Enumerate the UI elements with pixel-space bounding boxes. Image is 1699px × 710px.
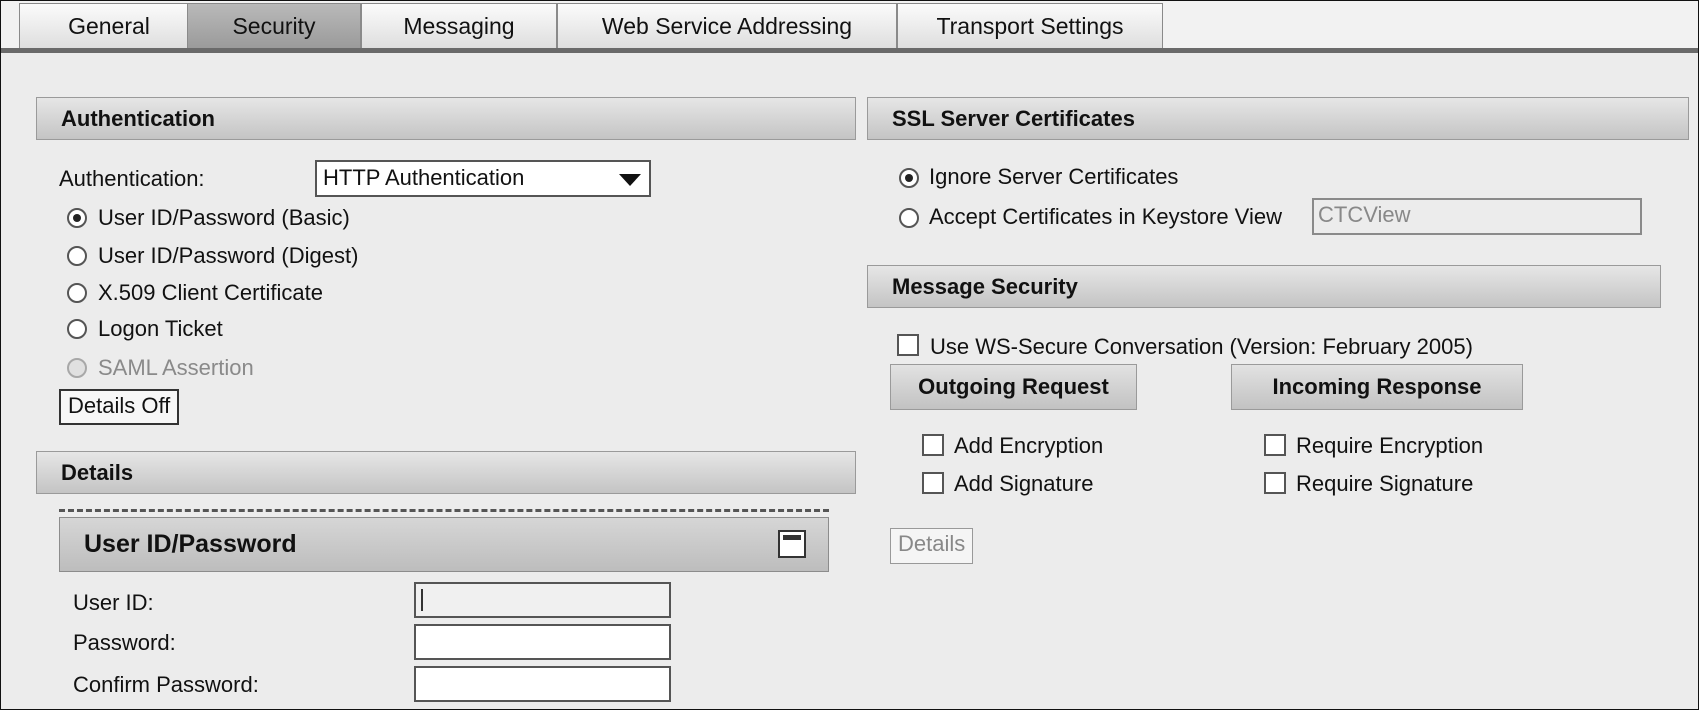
radio-basic-label: User ID/Password (Basic)	[98, 205, 350, 230]
user-password-tray: User ID/Password	[59, 517, 829, 572]
ws-secure-checkbox[interactable]	[897, 334, 919, 356]
authentication-dropdown-value: HTTP Authentication	[323, 165, 525, 190]
tab-messaging[interactable]: Messaging	[361, 3, 557, 48]
radio-saml-label: SAML Assertion	[98, 355, 254, 380]
ignore-certificates-label: Ignore Server Certificates	[929, 164, 1179, 189]
message-security-details-button: Details	[890, 528, 974, 564]
tab-strip: General Security Messaging Web Service A…	[1, 1, 1698, 53]
tab-transport-settings[interactable]: Transport Settings	[897, 3, 1163, 48]
accept-certificates-label: Accept Certificates in Keystore View	[929, 204, 1282, 229]
radio-logon-ticket-label: Logon Ticket	[98, 316, 223, 341]
tab-general[interactable]: General	[19, 3, 199, 48]
password-label: Password:	[73, 630, 176, 655]
add-encryption-label: Add Encryption	[954, 433, 1104, 458]
chevron-down-icon	[619, 174, 641, 186]
ws-secure-label: Use WS-Secure Conversation (Version: Feb…	[930, 334, 1473, 359]
collapse-icon[interactable]	[778, 530, 806, 558]
user-id-label: User ID:	[73, 590, 154, 615]
tray-title: User ID/Password	[84, 530, 297, 558]
tray-divider	[59, 509, 829, 512]
add-encryption-checkbox[interactable]	[922, 434, 944, 456]
add-signature-checkbox[interactable]	[922, 472, 944, 494]
require-encryption-label: Require Encryption	[1296, 433, 1484, 458]
radio-basic[interactable]	[67, 208, 87, 228]
keystore-view-input: CTCView	[1312, 198, 1642, 235]
details-section-header: Details	[36, 451, 856, 494]
authentication-field-label: Authentication:	[59, 166, 205, 191]
incoming-response-header: Incoming Response	[1231, 364, 1523, 410]
ssl-section-header: SSL Server Certificates	[867, 97, 1689, 140]
user-id-input[interactable]	[414, 582, 671, 618]
require-signature-checkbox[interactable]	[1264, 472, 1286, 494]
add-signature-label: Add Signature	[954, 471, 1094, 496]
radio-ignore-certificates[interactable]	[899, 168, 919, 188]
authentication-dropdown[interactable]: HTTP Authentication	[315, 160, 651, 197]
radio-digest[interactable]	[67, 246, 87, 266]
radio-saml	[67, 358, 87, 378]
details-off-button[interactable]: Details Off	[59, 389, 180, 425]
radio-accept-certificates[interactable]	[899, 208, 919, 228]
tab-security[interactable]: Security	[187, 3, 361, 49]
security-settings-window: General Security Messaging Web Service A…	[0, 0, 1699, 710]
confirm-password-input[interactable]	[414, 666, 671, 702]
radio-x509-label: X.509 Client Certificate	[98, 280, 323, 305]
password-input[interactable]	[414, 624, 671, 660]
message-security-section-header: Message Security	[867, 265, 1661, 308]
require-encryption-checkbox[interactable]	[1264, 434, 1286, 456]
confirm-password-label: Confirm Password:	[73, 672, 259, 697]
authentication-section-header: Authentication	[36, 97, 856, 140]
radio-x509[interactable]	[67, 283, 87, 303]
text-caret	[421, 589, 423, 611]
radio-logon-ticket[interactable]	[67, 319, 87, 339]
require-signature-label: Require Signature	[1296, 471, 1474, 496]
radio-digest-label: User ID/Password (Digest)	[98, 243, 359, 268]
outgoing-request-header: Outgoing Request	[890, 364, 1137, 410]
tab-web-service-addressing[interactable]: Web Service Addressing	[557, 3, 897, 48]
tab-underline	[1, 48, 1698, 53]
